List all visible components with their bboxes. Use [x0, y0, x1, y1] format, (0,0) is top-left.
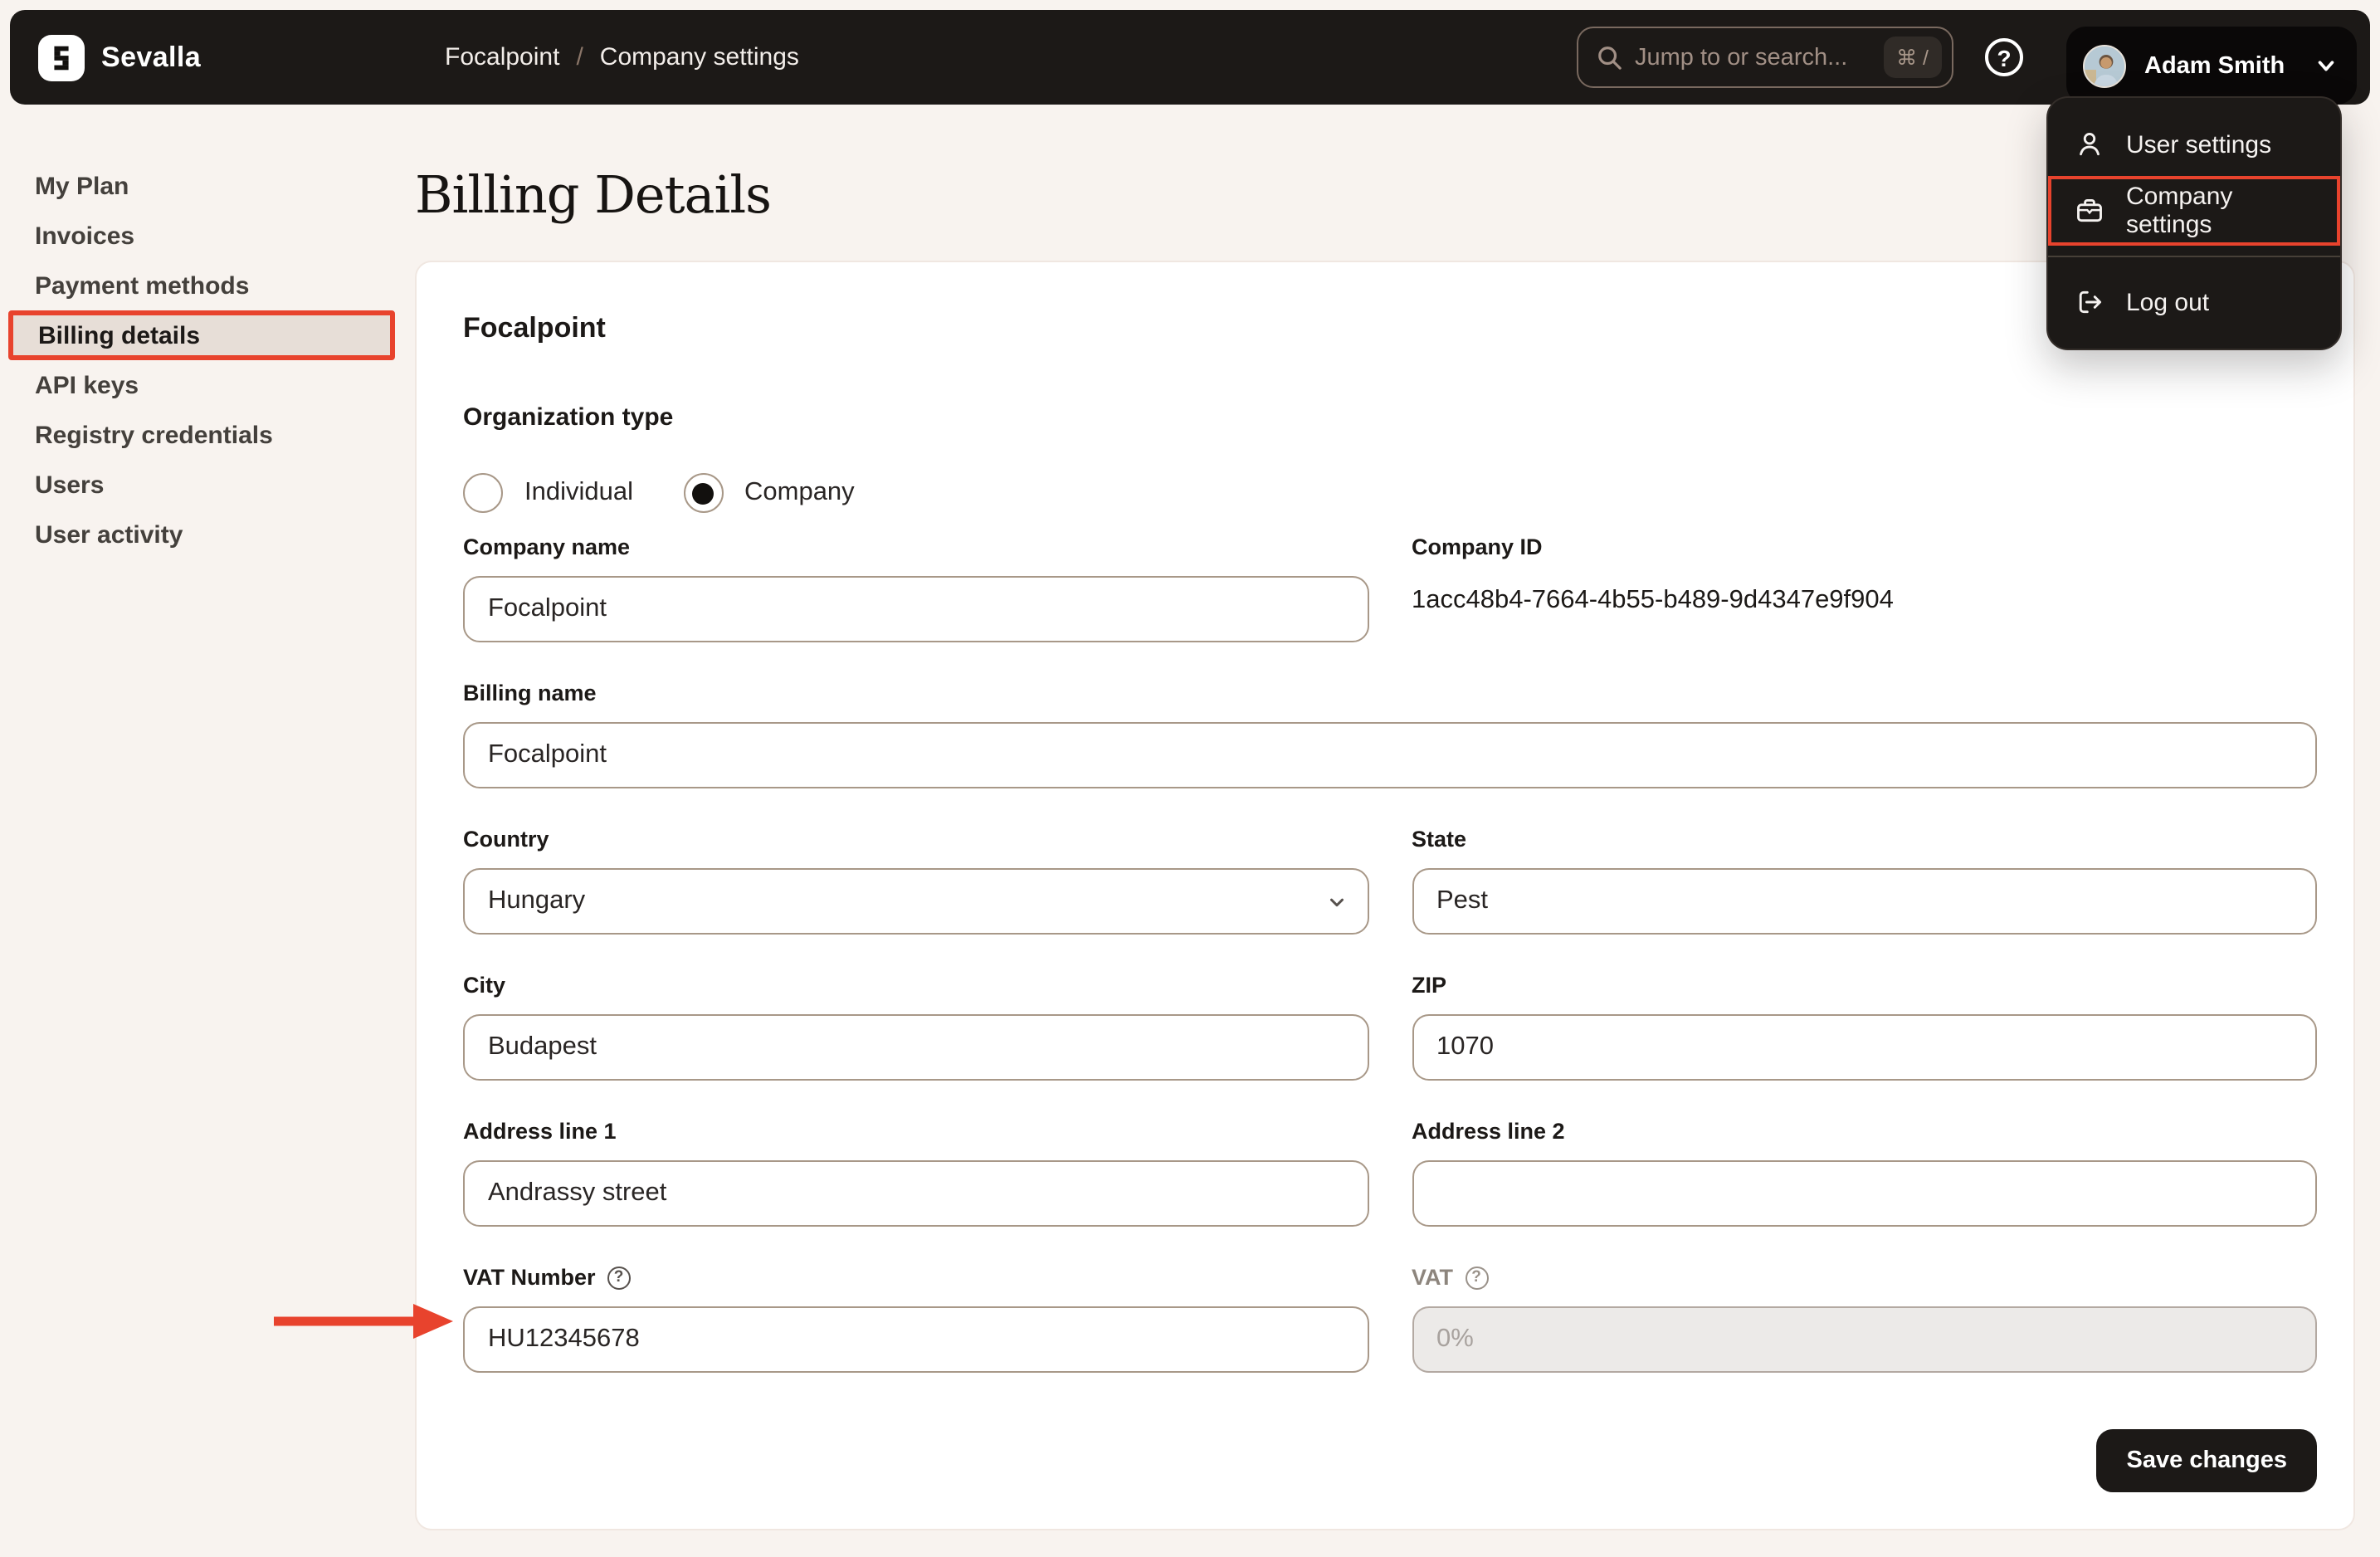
city-label: City — [463, 973, 506, 998]
zip-input[interactable] — [1412, 1014, 2317, 1081]
avatar-photo — [2085, 46, 2124, 85]
sevalla-logo[interactable]: Sevalla — [38, 34, 201, 81]
menu-item-user-settings[interactable]: User settings — [2048, 111, 2340, 178]
country-label: Country — [463, 827, 549, 852]
sidebar-item-users[interactable]: Users — [0, 460, 398, 510]
breadcrumb-separator: / — [576, 43, 583, 71]
breadcrumb: Focalpoint / Company settings — [445, 10, 799, 105]
breadcrumb-org[interactable]: Focalpoint — [445, 43, 559, 71]
menu-item-label: Log out — [2126, 288, 2210, 316]
app-root: Sevalla Focalpoint / Company settings Ju… — [0, 0, 2380, 1557]
vat-row: VAT ? — [1412, 1263, 2317, 1373]
page-title: Billing Details — [415, 166, 772, 226]
select-chevron-icon — [1329, 897, 1343, 906]
menu-item-label: User settings — [2126, 130, 2272, 159]
search-shortcut-badge: ⌘ / — [1883, 37, 1942, 78]
menu-divider — [2048, 256, 2340, 257]
avatar — [2083, 44, 2126, 87]
country-row: Country Hungary — [463, 825, 1368, 935]
vat-number-label-text: VAT Number — [463, 1265, 596, 1290]
user-dropdown-menu: User settings Company settings Log out — [2046, 96, 2342, 350]
save-changes-button[interactable]: Save changes — [2096, 1429, 2317, 1492]
user-name: Adam Smith — [2144, 52, 2285, 79]
address1-input[interactable] — [463, 1160, 1368, 1227]
pixel-s-glyph — [54, 45, 69, 70]
radio-individual-label[interactable]: Individual — [524, 478, 633, 508]
sidebar-item-registry-credentials[interactable]: Registry credentials — [0, 410, 398, 460]
state-input[interactable] — [1412, 868, 2317, 935]
sidebar-item-payment-methods[interactable]: Payment methods — [0, 261, 398, 310]
vat-input — [1412, 1306, 2317, 1373]
organization-type-radio-group: Individual Company — [463, 473, 2317, 513]
menu-item-company-settings[interactable]: Company settings — [2048, 176, 2340, 246]
sidebar-item-invoices[interactable]: Invoices — [0, 211, 398, 261]
vat-number-row: VAT Number ? — [463, 1263, 1368, 1373]
topbar: Sevalla Focalpoint / Company settings Ju… — [10, 10, 2370, 105]
city-input[interactable] — [463, 1014, 1368, 1081]
company-card-title: Focalpoint — [463, 312, 606, 344]
sevalla-logo-icon — [38, 34, 85, 81]
billing-details-card: Focalpoint Organization type Individual … — [415, 261, 2355, 1530]
vat-number-label: VAT Number ? — [463, 1263, 1368, 1293]
billing-name-label: Billing name — [463, 681, 597, 705]
logout-icon — [2075, 286, 2106, 318]
zip-label: ZIP — [1412, 973, 1447, 998]
company-name-label: Company name — [463, 534, 631, 559]
chevron-down-icon — [2318, 61, 2334, 71]
user-icon — [2075, 129, 2106, 160]
sidebar-item-billing-details[interactable]: Billing details — [8, 310, 395, 360]
address2-row: Address line 2 — [1412, 1117, 2317, 1227]
zip-row: ZIP — [1412, 971, 2317, 1081]
radio-company-label[interactable]: Company — [744, 478, 855, 508]
vat-label: VAT ? — [1412, 1263, 2317, 1293]
billing-name-input[interactable] — [463, 722, 2317, 788]
sidebar-item-api-keys[interactable]: API keys — [0, 360, 398, 410]
billing-form: Company name Company ID 1acc48b4-7664-4b… — [463, 513, 2317, 1373]
vat-help-icon[interactable]: ? — [1465, 1267, 1488, 1290]
address2-input[interactable] — [1412, 1160, 2317, 1227]
sidebar: My Plan Invoices Payment methods Billing… — [0, 161, 398, 559]
search-placeholder: Jump to or search... — [1635, 44, 1848, 71]
card-footer: Save changes — [463, 1429, 2317, 1492]
help-icon[interactable]: ? — [1985, 38, 2023, 76]
company-id-row: Company ID 1acc48b4-7664-4b55-b489-9d434… — [1412, 533, 2317, 642]
address1-label: Address line 1 — [463, 1119, 617, 1144]
radio-company[interactable] — [683, 473, 723, 513]
state-label: State — [1412, 827, 1467, 852]
vat-label-text: VAT — [1412, 1265, 1453, 1290]
search-icon — [1598, 46, 1622, 70]
company-name-input[interactable] — [463, 576, 1368, 642]
address1-row: Address line 1 — [463, 1117, 1368, 1227]
search-input[interactable]: Jump to or search... ⌘ / — [1577, 27, 1953, 88]
organization-type-label: Organization type — [463, 403, 674, 432]
company-id-label: Company ID — [1412, 534, 1543, 559]
vat-number-help-icon[interactable]: ? — [607, 1267, 631, 1290]
country-select[interactable]: Hungary — [463, 868, 1368, 935]
city-row: City — [463, 971, 1368, 1081]
company-name-row: Company name — [463, 533, 1368, 642]
address2-label: Address line 2 — [1412, 1119, 1565, 1144]
vat-number-input[interactable] — [463, 1306, 1368, 1373]
breadcrumb-page[interactable]: Company settings — [600, 43, 799, 71]
sidebar-item-user-activity[interactable]: User activity — [0, 510, 398, 559]
menu-item-label: Company settings — [2126, 183, 2233, 239]
state-row: State — [1412, 825, 2317, 935]
country-selected-value: Hungary — [488, 886, 586, 915]
radio-individual[interactable] — [463, 473, 503, 513]
user-menu-trigger[interactable]: Adam Smith — [2066, 27, 2357, 105]
sidebar-item-my-plan[interactable]: My Plan — [0, 161, 398, 211]
logo-wordmark: Sevalla — [101, 41, 202, 72]
annotation-arrow — [274, 1304, 453, 1339]
briefcase-icon — [2075, 195, 2106, 227]
billing-name-row: Billing name — [463, 679, 2317, 788]
menu-item-log-out[interactable]: Log out — [2048, 269, 2340, 335]
company-id-value: 1acc48b4-7664-4b55-b489-9d4347e9f904 — [1412, 586, 1894, 614]
